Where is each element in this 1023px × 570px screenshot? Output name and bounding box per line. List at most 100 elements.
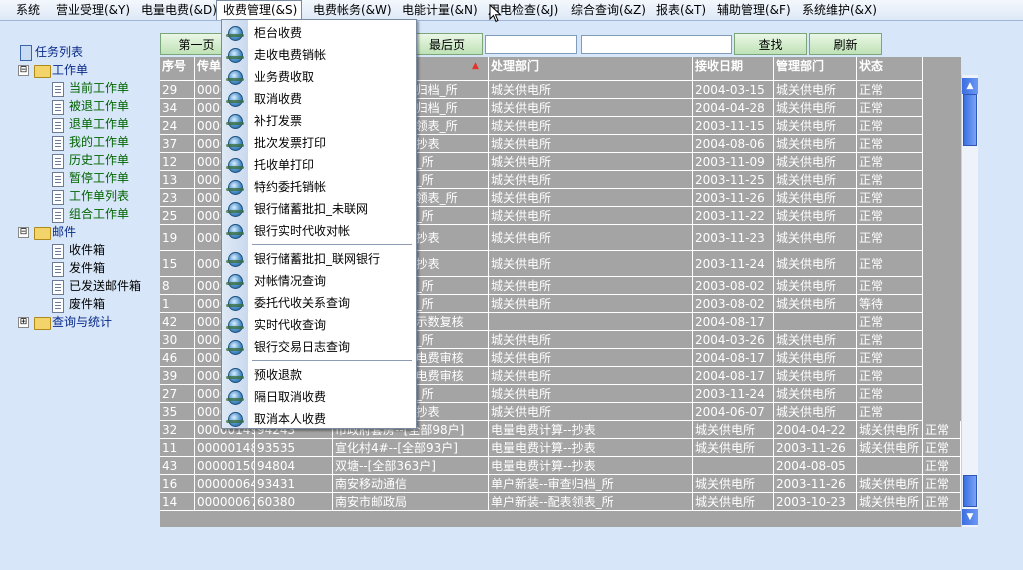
table-cell: 城关供电所 bbox=[489, 99, 693, 117]
table-cell: 2003-11-26 bbox=[693, 189, 774, 207]
table-cell: 2003-11-26 bbox=[774, 475, 857, 493]
tree-item[interactable]: 废件箱 bbox=[52, 295, 105, 313]
refresh-button[interactable]: 刷新 bbox=[809, 33, 882, 55]
tree-group-1[interactable]: ⊟ 邮件 bbox=[18, 223, 76, 241]
tree-group-0[interactable]: ⊟ 工作单 bbox=[18, 61, 88, 79]
globe-icon bbox=[226, 296, 244, 311]
menu-item-8[interactable]: 报表(&T) bbox=[656, 0, 706, 20]
tree-item[interactable]: 历史工作单 bbox=[52, 151, 129, 169]
tree-item-label: 当前工作单 bbox=[69, 81, 130, 95]
tree-item[interactable]: 已发送邮件箱 bbox=[52, 277, 141, 295]
menu-item-9[interactable]: 辅助管理(&F) bbox=[717, 0, 791, 20]
tree-item-label: 废件箱 bbox=[69, 297, 106, 311]
column-header-7[interactable]: 状态 bbox=[857, 57, 923, 75]
menu-item-group1-9[interactable]: 银行实时代收对帐 bbox=[222, 220, 416, 242]
menu-item-5[interactable]: 电能计量(&N) bbox=[402, 0, 478, 20]
document-icon bbox=[52, 298, 64, 313]
tree-item[interactable]: 组合工作单 bbox=[52, 205, 129, 223]
menu-item-2[interactable]: 电量电费(&D) bbox=[141, 0, 217, 20]
tree-item[interactable]: 收件箱 bbox=[52, 241, 105, 259]
column-header-0[interactable]: 序号 bbox=[160, 57, 195, 75]
menu-item-group2-2[interactable]: 委托代收关系查询 bbox=[222, 292, 416, 314]
menu-item-group2-1[interactable]: 对帐情况查询 bbox=[222, 270, 416, 292]
tree-item[interactable]: 当前工作单 bbox=[52, 79, 129, 97]
scroll-thumb-top[interactable] bbox=[963, 94, 977, 146]
folder-icon bbox=[34, 65, 51, 78]
column-header-4[interactable]: 处理部门 bbox=[489, 57, 693, 75]
table-cell: 93431 bbox=[255, 475, 333, 493]
menu-item-group1-7[interactable]: 特约委托销帐 bbox=[222, 176, 416, 198]
tree-item[interactable]: 退单工作单 bbox=[52, 115, 129, 133]
table-cell: 2004-03-15 bbox=[693, 81, 774, 99]
tree-item[interactable]: 工作单列表 bbox=[52, 187, 129, 205]
table-cell bbox=[489, 313, 693, 331]
folder-icon bbox=[34, 317, 51, 330]
table-cell: 正常 bbox=[923, 475, 961, 493]
scroll-thumb-bottom[interactable] bbox=[963, 475, 977, 507]
table-cell: 2003-11-22 bbox=[693, 207, 774, 225]
tree-item[interactable]: 发件箱 bbox=[52, 259, 105, 277]
menu-item-group1-2[interactable]: 业务费收取 bbox=[222, 66, 416, 88]
column-header-6[interactable]: 管理部门 bbox=[774, 57, 857, 75]
menu-item-group3-0[interactable]: 预收退款 bbox=[222, 364, 416, 386]
expand-toggle-icon[interactable]: ⊟ bbox=[18, 65, 29, 76]
menu-item-group1-4[interactable]: 补打发票 bbox=[222, 110, 416, 132]
menu-item-group2-4[interactable]: 银行交易日志查询 bbox=[222, 336, 416, 358]
menu-item-3[interactable]: 收费管理(&S) bbox=[216, 0, 302, 20]
billing-dropdown-menu: 柜台收费走收电费销帐 业务费收取取消收费 补打发票 批次发票打印 托收单打印 特约委托销帐… bbox=[221, 19, 417, 429]
tree-item[interactable]: 我的工作单 bbox=[52, 133, 129, 151]
tree-item[interactable]: 暂停工作单 bbox=[52, 169, 129, 187]
table-row[interactable]: 11000001485093535宣化村4#--[全部93户]电量电费计算--抄… bbox=[160, 439, 961, 457]
table-cell: 16 bbox=[160, 475, 195, 493]
menu-item-group3-1[interactable]: 隔日取消收费 bbox=[222, 386, 416, 408]
mouse-cursor-icon bbox=[489, 4, 502, 23]
menu-item-0[interactable]: 系统 bbox=[16, 0, 40, 20]
menu-item-label: 业务费收取 bbox=[254, 70, 315, 84]
last-page-button[interactable]: 最后页 bbox=[411, 33, 483, 55]
grid-scrollbar[interactable]: ▲ ▼ bbox=[961, 75, 978, 527]
column-header-5[interactable]: 接收日期 bbox=[693, 57, 774, 75]
tree-root[interactable]: 任务列表 bbox=[20, 43, 83, 61]
tree-group-2[interactable]: ⊞ 查询与统计 bbox=[18, 313, 112, 331]
document-icon bbox=[52, 208, 64, 223]
document-icon bbox=[52, 154, 64, 169]
table-cell: 2003-08-02 bbox=[693, 295, 774, 313]
menu-item-4[interactable]: 电费帐务(&W) bbox=[313, 0, 392, 20]
filter-input[interactable] bbox=[485, 35, 577, 54]
globe-icon bbox=[226, 26, 244, 41]
tree-item[interactable]: 被退工作单 bbox=[52, 97, 129, 115]
menu-item-label: 走收电费销帐 bbox=[254, 48, 327, 62]
menu-item-group1-8[interactable]: 银行储蓄批扣_未联网 bbox=[222, 198, 416, 220]
table-cell: 2004-06-07 bbox=[693, 403, 774, 421]
table-cell bbox=[774, 313, 857, 331]
menu-item-group2-3[interactable]: 实时代收查询 bbox=[222, 314, 416, 336]
menu-item-group3-2[interactable]: 取消本人收费 bbox=[222, 408, 416, 430]
menu-item-group2-0[interactable]: 银行储蓄批扣_联网银行 bbox=[222, 248, 416, 270]
table-cell: 2004-03-26 bbox=[693, 331, 774, 349]
table-cell: 正常 bbox=[923, 421, 961, 439]
table-cell: 城关供电所 bbox=[489, 153, 693, 171]
menu-item-1[interactable]: 营业受理(&Y) bbox=[56, 0, 130, 20]
expand-toggle-icon[interactable]: ⊞ bbox=[18, 317, 29, 328]
document-icon bbox=[52, 100, 64, 115]
table-cell: 2004-08-17 bbox=[693, 367, 774, 385]
table-row[interactable]: 14000000672760380南安市邮政局单户新装--配表领表_所城关供电所… bbox=[160, 493, 961, 511]
table-row[interactable]: 16000000640893431南安移动通信单户新装--审查归档_所城关供电所… bbox=[160, 475, 961, 493]
globe-icon bbox=[226, 390, 244, 405]
menu-item-group1-6[interactable]: 托收单打印 bbox=[222, 154, 416, 176]
scroll-down-button[interactable]: ▼ bbox=[962, 509, 978, 525]
menu-item-group1-1[interactable]: 走收电费销帐 bbox=[222, 44, 416, 66]
table-row[interactable]: 43000001503094804双塘--[全部363户]电量电费计算--抄表 2… bbox=[160, 457, 961, 475]
tree-item-label: 我的工作单 bbox=[69, 135, 130, 149]
expand-toggle-icon[interactable]: ⊟ bbox=[18, 227, 29, 238]
menu-item-group1-5[interactable]: 批次发票打印 bbox=[222, 132, 416, 154]
menu-item-group1-0[interactable]: 柜台收费 bbox=[222, 22, 416, 44]
search-button[interactable]: 查找 bbox=[734, 33, 807, 55]
menu-item-7[interactable]: 综合查询(&Z) bbox=[571, 0, 646, 20]
tree-item-label: 历史工作单 bbox=[69, 153, 130, 167]
table-cell: 正常 bbox=[857, 331, 923, 349]
scroll-up-button[interactable]: ▲ bbox=[962, 78, 978, 94]
menu-item-10[interactable]: 系统维护(&X) bbox=[802, 0, 877, 20]
search-input[interactable] bbox=[581, 35, 732, 54]
menu-item-group1-3[interactable]: 取消收费 bbox=[222, 88, 416, 110]
